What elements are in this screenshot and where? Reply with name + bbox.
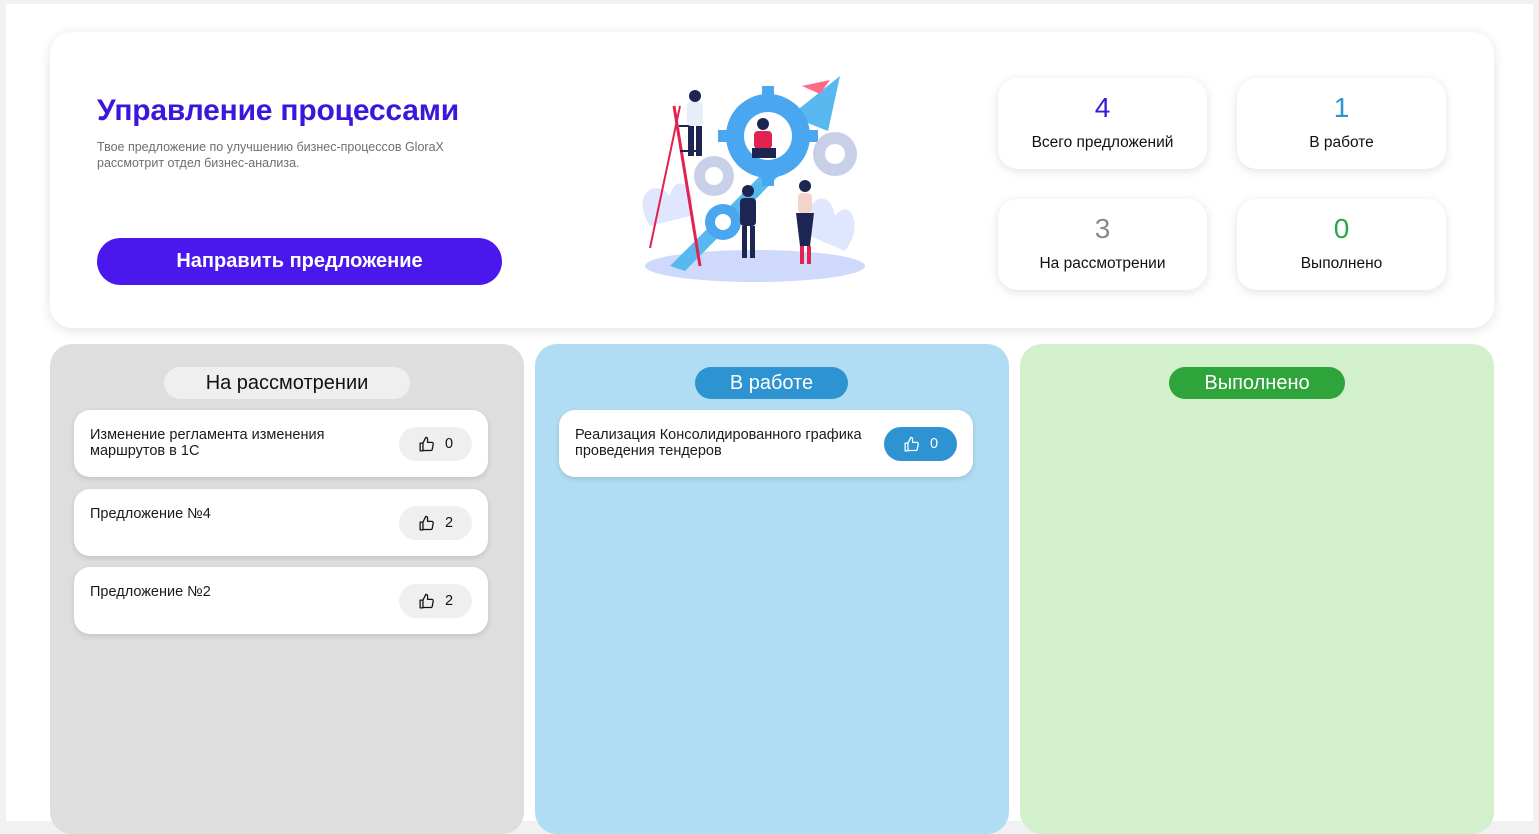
thumbs-up-icon — [419, 515, 434, 531]
proposal-card[interactable]: Предложение №4 2 — [74, 489, 488, 556]
proposal-card[interactable]: Изменение регламента изменения маршрутов… — [74, 410, 488, 477]
column-in-progress-title: В работе — [695, 367, 848, 399]
thumbs-up-icon — [419, 593, 434, 609]
column-under-review-title: На рассмотрении — [164, 367, 410, 399]
proposal-title: Реализация Консолидированного графика пр… — [575, 427, 862, 459]
column-in-progress: В работе Реализация Консолидированного г… — [535, 344, 1009, 834]
stat-done: 0 Выполнено — [1237, 199, 1446, 290]
page-title: Управление процессами — [97, 94, 459, 127]
stat-under-review-label: На рассмотрении — [1039, 255, 1166, 272]
hero-card: Управление процессами Твое предложение п… — [50, 32, 1494, 328]
stat-under-review-value: 3 — [1094, 213, 1111, 244]
thumbs-up-icon — [904, 436, 919, 452]
like-button[interactable]: 2 — [399, 584, 472, 618]
stat-in-progress-label: В работе — [1309, 134, 1374, 151]
teamwork-gears-illustration — [642, 76, 865, 282]
column-done: Выполнено — [1020, 344, 1494, 834]
proposal-card[interactable]: Предложение №2 2 — [74, 567, 488, 634]
thumbs-up-icon — [419, 436, 434, 452]
like-count: 2 — [444, 515, 454, 531]
like-count: 0 — [444, 436, 454, 452]
like-button[interactable]: 0 — [399, 427, 472, 461]
stat-in-progress: 1 В работе — [1237, 78, 1446, 169]
page-subtitle: Твое предложение по улучшению бизнес-про… — [97, 140, 444, 170]
submit-proposal-button[interactable]: Направить предложение — [97, 238, 502, 285]
like-button[interactable]: 0 — [884, 427, 957, 461]
like-count: 0 — [929, 436, 939, 452]
stat-under-review: 3 На рассмотрении — [998, 199, 1207, 290]
column-done-title: Выполнено — [1169, 367, 1345, 399]
like-button[interactable]: 2 — [399, 506, 472, 540]
proposal-card[interactable]: Реализация Консолидированного графика пр… — [559, 410, 973, 477]
proposal-title: Предложение №4 — [90, 506, 211, 522]
stat-total-value: 4 — [1094, 92, 1111, 123]
stat-total-label: Всего предложений — [1031, 134, 1174, 151]
like-count: 2 — [444, 593, 454, 609]
column-under-review: На рассмотрении Изменение регламента изм… — [50, 344, 524, 834]
stat-total: 4 Всего предложений — [998, 78, 1207, 169]
page: Управление процессами Твое предложение п… — [6, 4, 1533, 834]
proposal-title: Предложение №2 — [90, 584, 211, 600]
stat-done-label: Выполнено — [1300, 255, 1383, 272]
stat-in-progress-value: 1 — [1333, 92, 1350, 123]
proposal-title: Изменение регламента изменения маршрутов… — [90, 427, 325, 459]
stat-done-value: 0 — [1333, 213, 1350, 244]
